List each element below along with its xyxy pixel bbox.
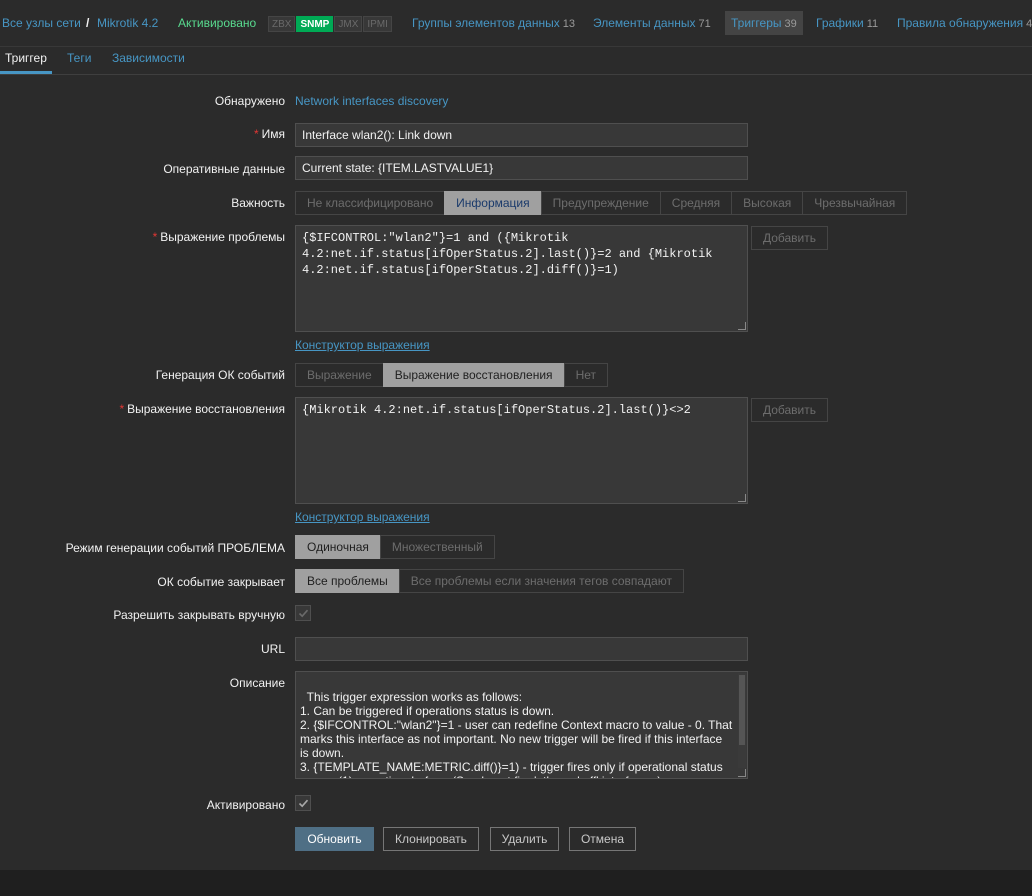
discovery-count: 4	[1026, 18, 1032, 30]
recovery-expression-label-text: Выражение восстановления	[127, 402, 285, 416]
discovery-label: Правила обнаружения	[897, 16, 1024, 30]
resize-handle[interactable]	[738, 769, 746, 777]
severity-high[interactable]: Высокая	[731, 191, 804, 215]
problem-expression-add-button[interactable]: Добавить	[751, 226, 828, 250]
host-link[interactable]: Mikrotik 4.2	[97, 11, 158, 35]
description-label: Описание	[229, 676, 285, 690]
tab-dependencies[interactable]: Зависимости	[112, 46, 185, 71]
problem-mode-multiple[interactable]: Множественный	[379, 535, 495, 559]
items-label: Элементы данных	[593, 16, 696, 30]
host-status: Активировано	[178, 16, 257, 30]
graphs-count: 11	[866, 18, 879, 30]
recovery-expression-textarea[interactable]: {Mikrotik 4.2:net.if.status[ifOperStatus…	[295, 397, 748, 504]
host-navigation-bar: Все узлы сети / Mikrotik 4.2 Активирован…	[0, 0, 1032, 47]
opdata-label: Оперативные данные	[163, 162, 285, 176]
ok-gen-expression[interactable]: Выражение	[295, 363, 384, 387]
jmx-badge: JMX	[334, 16, 363, 32]
scrollbar-thumb[interactable]	[739, 675, 745, 745]
nav-items[interactable]: Элементы данных 71	[593, 11, 711, 35]
ok-closes-selector: Все проблемы Все проблемы если значения …	[295, 569, 684, 593]
discovered-label: Обнаружено	[214, 94, 285, 108]
nav-discovery[interactable]: Правила обнаружения 4	[897, 11, 1032, 35]
nav-item-groups[interactable]: Группы элементов данных 13	[412, 11, 575, 35]
required-marker: *	[253, 127, 259, 141]
problem-expression-textarea[interactable]: {$IFCONTROL:"wlan2"}=1 and ({Mikrotik 4.…	[295, 225, 748, 332]
delete-button[interactable]: Удалить	[490, 827, 559, 851]
ok-closes-label: ОК событие закрывает	[157, 575, 285, 589]
discovery-rule-link[interactable]: Network interfaces discovery	[295, 94, 448, 108]
enabled-label: Активировано	[206, 798, 285, 812]
manual-close-checkbox[interactable]	[295, 605, 311, 621]
url-label: URL	[260, 642, 285, 656]
severity-selector: Не классифицировано Информация Предупреж…	[295, 191, 908, 215]
checkmark-icon	[298, 609, 309, 618]
severity-average[interactable]: Средняя	[659, 191, 733, 215]
problem-expression-constructor-link[interactable]: Конструктор выражения	[295, 338, 430, 352]
cancel-button[interactable]: Отмена	[569, 827, 636, 851]
ok-closes-tag-match[interactable]: Все проблемы если значения тегов совпада…	[398, 569, 684, 593]
checkmark-icon	[298, 799, 309, 808]
snmp-badge: SNMP	[296, 16, 334, 32]
enabled-checkbox[interactable]	[295, 795, 311, 811]
nav-triggers[interactable]: Триггеры 39	[725, 11, 803, 35]
recovery-expression-label: * Выражение восстановления	[119, 402, 285, 416]
ok-gen-none[interactable]: Нет	[563, 363, 608, 387]
update-button[interactable]: Обновить	[295, 827, 374, 851]
triggers-count: 39	[784, 18, 797, 30]
url-input[interactable]	[295, 637, 748, 661]
clone-button[interactable]: Клонировать	[383, 827, 479, 851]
ipmi-badge: IPMI	[363, 16, 392, 32]
name-label: * Имя	[254, 127, 285, 141]
recovery-expression-add-button[interactable]: Добавить	[751, 398, 828, 422]
name-input[interactable]: Interface wlan2(): Link down	[295, 123, 748, 147]
recovery-expression-constructor-link[interactable]: Конструктор выражения	[295, 510, 430, 524]
ok-generation-selector: Выражение Выражение восстановления Нет	[295, 363, 608, 387]
item-groups-label: Группы элементов данных	[412, 16, 560, 30]
tab-tags[interactable]: Теги	[67, 46, 91, 71]
resize-handle[interactable]	[738, 494, 746, 502]
ok-gen-recovery-expression[interactable]: Выражение восстановления	[382, 363, 565, 387]
severity-warning[interactable]: Предупреждение	[540, 191, 661, 215]
ok-closes-all[interactable]: Все проблемы	[295, 569, 400, 593]
all-hosts-link[interactable]: Все узлы сети	[2, 11, 81, 35]
problem-expression-label: * Выражение проблемы	[153, 230, 285, 244]
item-groups-count: 13	[562, 18, 575, 30]
triggers-label: Триггеры	[731, 16, 782, 30]
problem-expression-label-text: Выражение проблемы	[160, 230, 285, 244]
name-label-text: Имя	[261, 127, 285, 141]
tab-trigger[interactable]: Триггер	[0, 46, 52, 74]
form-tabs: Триггер Теги Зависимости	[0, 46, 1032, 75]
description-text: This trigger expression works as follows…	[300, 690, 733, 778]
items-count: 71	[698, 18, 711, 30]
manual-close-label: Разрешить закрывать вручную	[113, 608, 285, 622]
recovery-expression-text: {Mikrotik 4.2:net.if.status[ifOperStatus…	[302, 403, 691, 417]
description-textarea[interactable]: This trigger expression works as follows…	[295, 671, 748, 779]
severity-label: Важность	[231, 196, 285, 210]
ok-generation-label: Генерация ОК событий	[155, 368, 285, 382]
severity-not-classified[interactable]: Не классифицировано	[295, 191, 446, 215]
breadcrumb-separator: /	[86, 16, 90, 30]
graphs-label: Графики	[816, 16, 864, 30]
required-marker: *	[152, 230, 158, 244]
problem-expression-text: {$IFCONTROL:"wlan2"}=1 and ({Mikrotik 4.…	[302, 231, 713, 277]
zbx-badge: ZBX	[268, 16, 296, 32]
description-scrollbar[interactable]	[738, 673, 746, 768]
problem-mode-single[interactable]: Одиночная	[295, 535, 381, 559]
severity-information[interactable]: Информация	[444, 191, 542, 215]
problem-mode-selector: Одиночная Множественный	[295, 535, 495, 559]
severity-disaster[interactable]: Чрезвычайная	[802, 191, 908, 215]
required-marker: *	[119, 402, 125, 416]
availability-badges: ZBX SNMP JMX IPMI	[268, 16, 393, 32]
opdata-input[interactable]: Current state: {ITEM.LASTVALUE1}	[295, 156, 748, 180]
page-footer	[0, 870, 1032, 896]
problem-mode-label: Режим генерации событий ПРОБЛЕМА	[65, 541, 285, 555]
resize-handle[interactable]	[738, 322, 746, 330]
nav-graphs[interactable]: Графики 11	[816, 11, 878, 35]
